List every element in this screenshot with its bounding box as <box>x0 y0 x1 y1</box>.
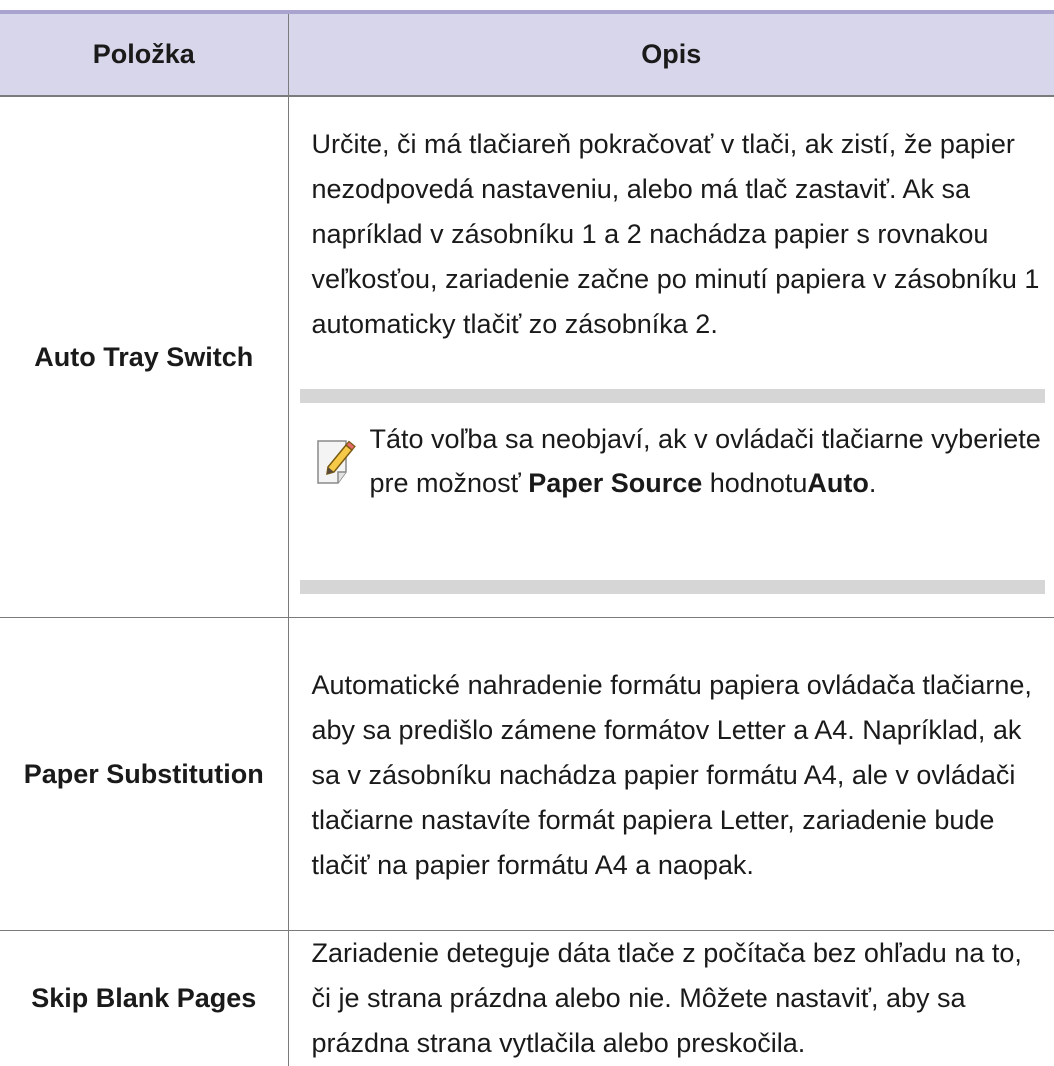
note-text-middle: hodnotu <box>702 468 807 498</box>
item-description-cell: Zariadenie deteguje dáta tlače z počítač… <box>288 931 1054 1066</box>
column-header-description: Opis <box>288 14 1054 96</box>
note-text: Táto voľba sa neobjaví, ak v ovládači tl… <box>370 417 1054 505</box>
item-description: Zariadenie deteguje dáta tlače z počítač… <box>312 931 1043 1066</box>
item-name: Paper Substitution <box>0 618 288 931</box>
item-description: Automatické nahradenie formátu papiera o… <box>312 661 1043 888</box>
table-row: Paper Substitution Automatické nahradeni… <box>0 618 1054 931</box>
item-name: Skip Blank Pages <box>0 931 288 1066</box>
table-row: Auto Tray Switch Určite, či má tlačiareň… <box>0 96 1054 618</box>
note-pencil-icon <box>316 439 356 485</box>
item-name: Auto Tray Switch <box>0 96 288 618</box>
column-header-item: Položka <box>0 14 288 96</box>
item-description-cell: Automatické nahradenie formátu papiera o… <box>288 618 1054 931</box>
item-description: Určite, či má tlačiareň pokračovať v tla… <box>312 120 1043 347</box>
table-header-row: Položka Opis <box>0 14 1054 96</box>
note-text-after: . <box>869 468 877 498</box>
table-row: Skip Blank Pages Zariadenie deteguje dát… <box>0 931 1054 1066</box>
settings-table: Položka Opis Auto Tray Switch Určite, či… <box>0 14 1054 1066</box>
note-box: Táto voľba sa neobjaví, ak v ovládači tl… <box>300 389 1045 594</box>
item-description-cell: Určite, či má tlačiareň pokračovať v tla… <box>288 96 1054 618</box>
note-bold-value: Auto <box>807 468 868 498</box>
note-bold-option: Paper Source <box>528 468 702 498</box>
